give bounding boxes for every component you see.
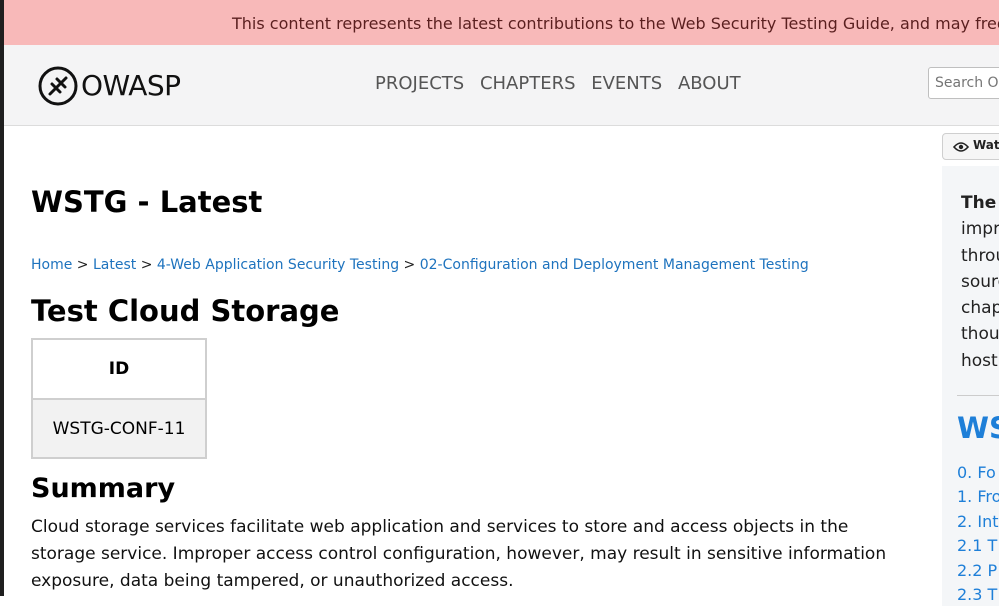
sidebar-heading: WS <box>957 411 999 445</box>
nav-about[interactable]: ABOUT <box>678 73 741 94</box>
sidebar-intro: The impr throu sourc chap thou host <box>961 190 999 374</box>
nav-chapters[interactable]: CHAPTERS <box>480 73 576 94</box>
toc-item[interactable]: 2.2 P <box>957 559 999 583</box>
notice-banner-text: This content represents the latest contr… <box>232 14 999 33</box>
github-watch-button[interactable]: Watch <box>942 133 999 160</box>
sidebar-line: thou <box>961 324 999 345</box>
notice-banner: This content represents the latest contr… <box>4 0 999 45</box>
breadcrumb-separator: > <box>140 257 153 273</box>
breadcrumb: Home > Latest > 4-Web Application Securi… <box>31 257 809 273</box>
main-nav: PROJECTS CHAPTERS EVENTS ABOUT <box>375 73 751 94</box>
logo-text: OWASP <box>81 69 181 102</box>
site-header: OWASP PROJECTS CHAPTERS EVENTS ABOUT <box>4 45 999 126</box>
eye-icon <box>953 142 969 152</box>
search-input[interactable] <box>928 67 999 99</box>
breadcrumb-web-app-testing[interactable]: 4-Web Application Security Testing <box>157 257 399 273</box>
site-title: WSTG - Latest <box>31 185 263 219</box>
sidebar-divider <box>957 395 999 396</box>
table-cell-id: WSTG-CONF-11 <box>31 398 207 459</box>
breadcrumb-config-testing[interactable]: 02-Configuration and Deployment Manageme… <box>420 257 809 273</box>
summary-heading: Summary <box>31 473 176 504</box>
toc-item[interactable]: 1. Fro <box>957 485 999 509</box>
page-title: Test Cloud Storage <box>31 294 340 328</box>
breadcrumb-separator: > <box>76 257 89 273</box>
sidebar-line: host <box>961 350 998 371</box>
sidebar-line: impr <box>961 219 999 240</box>
sidebar-line: chap <box>961 298 999 319</box>
nav-events[interactable]: EVENTS <box>591 73 662 94</box>
wasp-icon <box>38 66 78 106</box>
watch-label: Watch <box>973 138 999 152</box>
sidebar-lead: The <box>961 193 997 213</box>
toc-item[interactable]: 2. Int <box>957 510 999 534</box>
owasp-logo[interactable]: OWASP <box>37 65 187 106</box>
toc-item[interactable]: 2.3 T <box>957 583 999 607</box>
sidebar-line: throu <box>961 245 999 266</box>
toc-item[interactable]: 2.1 T <box>957 534 999 558</box>
sidebar-toc: 0. Fo 1. Fro 2. Int 2.1 T 2.2 P 2.3 T <box>957 461 999 607</box>
breadcrumb-home[interactable]: Home <box>31 257 72 273</box>
sidebar-line: sourc <box>961 271 999 292</box>
nav-projects[interactable]: PROJECTS <box>375 73 464 94</box>
table-header-id: ID <box>31 338 207 400</box>
test-id-table: ID WSTG-CONF-11 <box>31 338 207 459</box>
breadcrumb-latest[interactable]: Latest <box>93 257 136 273</box>
summary-text: Cloud storage services facilitate web ap… <box>31 517 887 591</box>
breadcrumb-separator: > <box>403 257 416 273</box>
toc-item[interactable]: 0. Fo <box>957 461 999 485</box>
